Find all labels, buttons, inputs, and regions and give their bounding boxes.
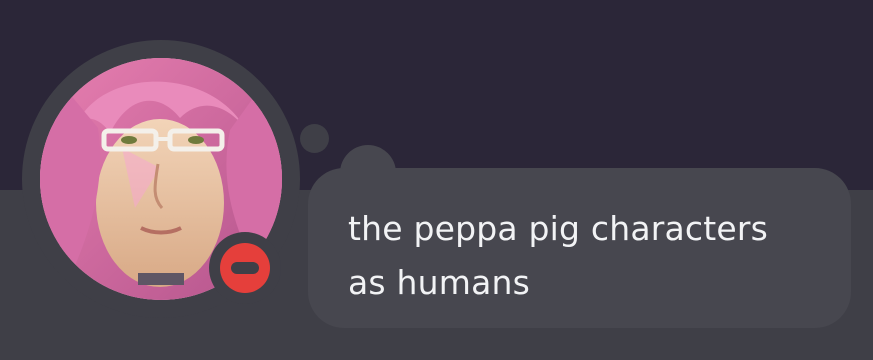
note-thought-dot-small bbox=[300, 124, 329, 153]
note-text: the peppa pig characters as humans bbox=[348, 209, 769, 302]
minus-icon bbox=[231, 262, 259, 274]
custom-status-note[interactable]: the peppa pig characters as humans bbox=[308, 168, 851, 328]
dnd-status-icon bbox=[220, 243, 270, 293]
